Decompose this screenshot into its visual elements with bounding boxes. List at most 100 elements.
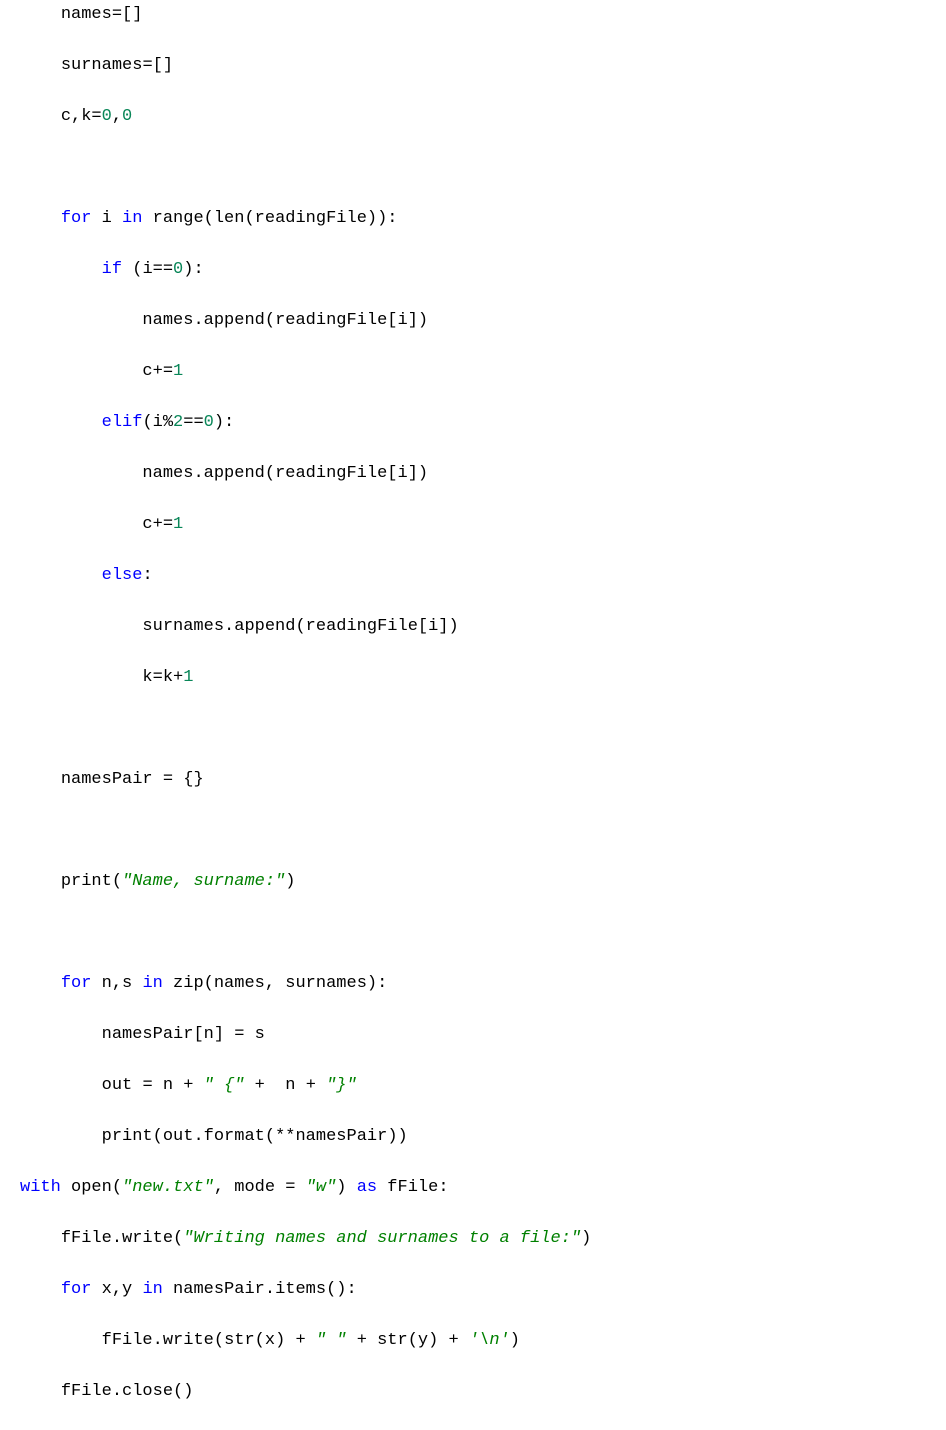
token-op: ,	[112, 1280, 122, 1299]
token-id: i	[428, 617, 438, 636]
token-op: ==	[153, 260, 173, 279]
code-line[interactable]: names.append(readingFile[i])	[0, 308, 946, 334]
code-line[interactable]: print(out.format(**namesPair))	[0, 1124, 946, 1150]
code-line[interactable]: c,k=0,0	[0, 104, 946, 130]
token-op: ==	[183, 413, 203, 432]
token-op: ():	[326, 1280, 357, 1299]
token-kw: elif	[102, 413, 143, 432]
token-op: +=	[153, 515, 173, 534]
code-line[interactable]: surnames=[]	[0, 53, 946, 79]
token-id: mode	[234, 1178, 285, 1197]
token-op: (	[142, 413, 152, 432]
token-id: range	[142, 209, 203, 228]
token-op: ):	[183, 260, 203, 279]
token-num: 0	[122, 107, 132, 126]
code-line[interactable]: out = n + " {" + n + "}"	[0, 1073, 946, 1099]
code-line[interactable]: c+=1	[0, 359, 946, 385]
token-op: (	[408, 1331, 418, 1350]
token-id: fFile	[61, 1229, 112, 1248]
code-line[interactable]: for x,y in namesPair.items():	[0, 1277, 946, 1303]
code-line[interactable]: namesPair = {}	[0, 767, 946, 793]
token-op: ,	[112, 974, 122, 993]
code-line[interactable]: elif(i%2==0):	[0, 410, 946, 436]
token-id: readingFile	[306, 617, 418, 636]
code-line[interactable]: print("Name, surname:")	[0, 869, 946, 895]
code-line[interactable]: names=[]	[0, 2, 946, 28]
token-id: s	[122, 974, 142, 993]
code-line[interactable]: names.append(readingFile[i])	[0, 461, 946, 487]
token-op: (	[112, 872, 122, 891]
token-op: = {}	[163, 770, 204, 789]
token-id: readingFile	[275, 311, 387, 330]
token-kw: with	[20, 1178, 61, 1197]
token-op: )	[510, 1331, 520, 1350]
token-op: =[]	[142, 56, 173, 75]
token-op: :	[438, 1178, 448, 1197]
code-line[interactable]: surnames.append(readingFile[i])	[0, 614, 946, 640]
token-kw: for	[61, 209, 92, 228]
token-num: 2	[173, 413, 183, 432]
token-op: (	[153, 1127, 163, 1146]
token-id: x	[265, 1331, 275, 1350]
token-op: )	[285, 872, 295, 891]
token-id: k	[142, 668, 152, 687]
token-id: k	[81, 107, 91, 126]
token-op: .	[153, 1331, 163, 1350]
token-op: =[]	[112, 5, 143, 24]
token-op: .	[112, 1229, 122, 1248]
token-op: ):	[214, 413, 234, 432]
code-line[interactable]: else:	[0, 563, 946, 589]
token-op: )	[336, 1178, 356, 1197]
token-id: surnames	[142, 617, 224, 636]
token-op: ,	[112, 107, 122, 126]
token-op: (	[255, 1331, 265, 1350]
token-id: namesPair	[102, 1025, 194, 1044]
token-op: (	[112, 1178, 122, 1197]
token-op: .	[193, 311, 203, 330]
token-str: " "	[316, 1331, 347, 1350]
token-op: [	[387, 464, 397, 483]
token-op: ])	[408, 464, 428, 483]
token-id: i	[91, 209, 122, 228]
token-id: names	[142, 464, 193, 483]
code-line[interactable]	[0, 716, 946, 742]
token-op: [	[418, 617, 428, 636]
token-op: %	[163, 413, 173, 432]
token-id: n	[204, 1025, 214, 1044]
token-id: n	[163, 1076, 183, 1095]
code-line[interactable]: k=k+1	[0, 665, 946, 691]
token-str: '\n'	[469, 1331, 510, 1350]
token-id: print	[61, 872, 112, 891]
token-str: "Writing names and surnames to a file:"	[183, 1229, 581, 1248]
code-line[interactable]	[0, 920, 946, 946]
token-kw: if	[102, 260, 122, 279]
token-id: namesPair	[163, 1280, 265, 1299]
code-line[interactable]	[0, 818, 946, 844]
token-kw: in	[142, 974, 162, 993]
token-num: 1	[183, 668, 193, 687]
token-kw: for	[61, 974, 92, 993]
token-id: n	[91, 974, 111, 993]
code-line[interactable]: fFile.write("Writing names and surnames …	[0, 1226, 946, 1252]
token-op: .	[193, 464, 203, 483]
code-line[interactable]: fFile.close()	[0, 1379, 946, 1405]
code-line[interactable]	[0, 155, 946, 181]
code-line[interactable]: for i in range(len(readingFile)):	[0, 206, 946, 232]
token-id: c	[142, 362, 152, 381]
token-op: =	[285, 1178, 305, 1197]
token-id: append	[204, 311, 265, 330]
code-line[interactable]: fFile.write(str(x) + " " + str(y) + '\n'…	[0, 1328, 946, 1354]
code-line[interactable]: c+=1	[0, 512, 946, 538]
token-op: .	[265, 1280, 275, 1299]
code-editor[interactable]: names=[] surnames=[] c,k=0,0 for i in ra…	[0, 0, 946, 1430]
code-line[interactable]: with open("new.txt", mode = "w") as fFil…	[0, 1175, 946, 1201]
token-num: 1	[173, 515, 183, 534]
code-line[interactable]: namesPair[n] = s	[0, 1022, 946, 1048]
token-op: )	[581, 1229, 591, 1248]
token-op: ])	[438, 617, 458, 636]
token-op: (	[295, 617, 305, 636]
token-kw: in	[142, 1280, 162, 1299]
token-num: 1	[173, 362, 183, 381]
code-line[interactable]: if (i==0):	[0, 257, 946, 283]
code-line[interactable]: for n,s in zip(names, surnames):	[0, 971, 946, 997]
